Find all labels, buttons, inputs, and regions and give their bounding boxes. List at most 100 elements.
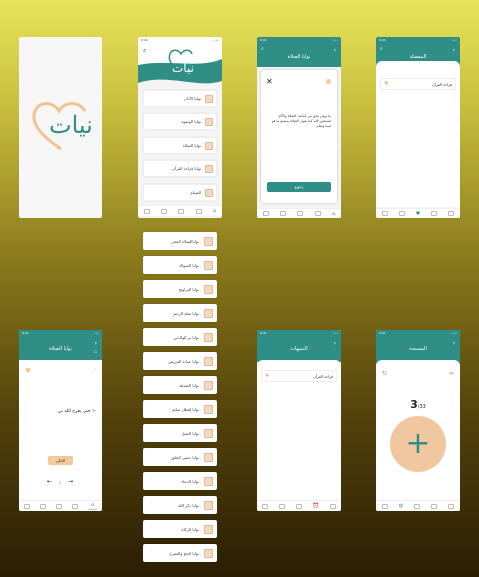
search-icon[interactable]: ⌕ (143, 47, 146, 55)
menu-item[interactable]: نوايا ذكر الله (143, 496, 217, 514)
tab-settings-icon[interactable] (262, 211, 269, 216)
tab-tasbih-icon[interactable] (280, 211, 287, 216)
search-icon[interactable]: ⌕ (380, 46, 383, 52)
tab-settings-icon[interactable] (143, 208, 150, 214)
menu-item[interactable]: نوايا الحج والعمرة (143, 544, 217, 562)
intention-icon (204, 308, 213, 318)
intention-icon (204, 356, 213, 366)
favorites-screen: 9:41 ••• ⌕ › المفضلة ♥ قراءة القرآن ♥ (376, 37, 460, 218)
home-item-salah[interactable]: نوايا الصلاة (143, 137, 217, 154)
quran-icon (205, 164, 213, 173)
heart-icon[interactable]: ♥ (25, 367, 31, 375)
tab-favorites-icon[interactable] (295, 503, 302, 509)
tab-favorites-icon[interactable] (297, 211, 304, 216)
tab-settings-icon[interactable] (381, 211, 388, 216)
share-icon[interactable]: ⋰ (92, 368, 97, 374)
tab-alerts-icon[interactable] (72, 503, 79, 509)
tab-home-icon[interactable] (329, 503, 336, 509)
home-item-wudu[interactable]: نوايا الوضوء (143, 113, 217, 130)
menu-item[interactable]: نوايا عيادة المريض (143, 352, 217, 370)
next-arrow-icon[interactable]: → (68, 478, 73, 485)
detail-title: نوايا الصلاة (49, 346, 72, 352)
status-time: 9:41 (141, 38, 148, 42)
dialog-back-button[interactable]: رجوع (267, 182, 331, 192)
close-icon[interactable]: ✕ (266, 77, 273, 86)
menu-item[interactable]: نوايا العمل (143, 424, 217, 442)
tab-settings-icon[interactable] (262, 503, 269, 509)
tab-home-icon[interactable] (448, 211, 455, 216)
intention-icon (204, 332, 213, 342)
tab-favorites-icon[interactable]: ♥ (416, 211, 420, 217)
logo-text: نيات (49, 111, 93, 139)
tab-tasbih-icon[interactable] (40, 503, 47, 509)
salah-icon (205, 141, 213, 150)
reset-icon[interactable]: ↻ (382, 370, 387, 377)
tab-tasbih-icon[interactable] (398, 211, 405, 216)
notifications-screen: 9:41 ••• › التنبيهات ✺ قراءة القرآن ⏰ (257, 330, 341, 511)
tab-favorites-icon[interactable] (56, 503, 63, 509)
home-item-adhan[interactable]: نوايا الأذان (143, 90, 217, 107)
notification-item[interactable]: ✺ قراءة القرآن (261, 370, 337, 382)
tasbih-screen: 9:41 ••• › المسبحة ↻ ∞ 3/33 + ◍ (376, 330, 460, 511)
dialog-card: ✕ ما نوفي بحق من اتباعه: الصلاة والأكل ل… (261, 70, 337, 203)
notifications-title: التنبيهات (290, 346, 308, 352)
menu-item[interactable]: نواياالصلاة الفجر (143, 232, 217, 250)
tab-home-icon[interactable]: ⌂ (332, 211, 335, 217)
page-number: ١ (59, 480, 62, 485)
menu-item[interactable]: نوايا بر الوالدين (143, 328, 217, 346)
home-icon[interactable]: ⌂ (94, 349, 97, 355)
back-chevron-icon[interactable]: › (95, 340, 97, 347)
tab-home-icon[interactable]: ⌂ الرئيسية (88, 502, 97, 511)
tab-alerts-icon[interactable] (431, 503, 438, 509)
infinity-icon[interactable]: ∞ (449, 370, 454, 377)
dialog-text: ما نوفي بحق من اتباعه: الصلاة والأكل لتس… (271, 114, 331, 128)
intention-icon (204, 380, 213, 390)
tab-settings-icon[interactable] (24, 503, 31, 509)
home-logo-text: نيات (172, 61, 194, 75)
home-item-fasting[interactable]: الصيام (143, 184, 217, 201)
home-item-quran[interactable]: نوايا قراءة القرآن (143, 160, 217, 177)
tab-alerts-icon[interactable] (195, 208, 202, 214)
intention-icon (204, 524, 213, 534)
menu-item[interactable]: نوايا التراويح (143, 280, 217, 298)
wudu-icon (205, 117, 213, 126)
back-chevron-icon[interactable]: › (334, 47, 336, 54)
menu-item[interactable]: نوايا الصدقة (143, 376, 217, 394)
back-chevron-icon[interactable]: › (453, 47, 455, 54)
tab-settings-icon[interactable] (381, 503, 388, 509)
home-tabbar: ⌂ (138, 205, 222, 216)
menu-item[interactable]: نوايا حسن الخلق (143, 448, 217, 466)
menu-item[interactable]: نوايا الزكاة (143, 520, 217, 538)
prev-arrow-icon[interactable]: ← (47, 478, 52, 485)
menu-item[interactable]: نوايا السواك (143, 256, 217, 274)
search-icon[interactable]: ⌕ (261, 46, 264, 52)
tab-tasbih-icon[interactable] (161, 208, 168, 214)
favorite-item[interactable]: ♥ قراءة القرآن (380, 78, 456, 90)
intention-icon (204, 548, 213, 558)
intention-icon (204, 284, 213, 294)
favorites-title: المفضلة (409, 54, 427, 60)
tab-home-icon[interactable]: ⌂ (213, 208, 216, 214)
tab-tasbih-icon[interactable]: ◍ (399, 503, 403, 509)
tab-tasbih-icon[interactable] (279, 503, 286, 509)
intention-icon (204, 260, 213, 270)
tab-alerts-icon[interactable]: ⏰ (313, 503, 319, 509)
heart-icon[interactable]: ♥ (384, 81, 388, 87)
menu-item[interactable]: نوايا صلة الرحم (143, 304, 217, 322)
tasbih-add-button[interactable]: + (390, 416, 446, 472)
menu-item[interactable]: نوايا الدعاء (143, 472, 217, 490)
plus-icon: + (405, 426, 431, 461)
menu-item[interactable]: نوايا إفطار صائم (143, 400, 217, 418)
tab-alerts-icon[interactable] (431, 211, 438, 216)
intention-icon (204, 428, 213, 438)
tab-alerts-icon[interactable] (314, 211, 321, 216)
next-button[interactable]: التالي (48, 456, 73, 465)
fasting-icon (205, 188, 213, 197)
tab-home-icon[interactable] (448, 503, 455, 509)
tab-favorites-icon[interactable] (178, 208, 185, 214)
detail-panel (19, 360, 102, 500)
dialog-screen: 9:41 ••• ⌕ نوايا الصلاة › ✕ ما نوفي بحق م… (257, 37, 341, 218)
sun-icon: ✺ (265, 373, 270, 379)
tab-favorites-icon[interactable] (414, 503, 421, 509)
intention-icon (204, 452, 213, 462)
